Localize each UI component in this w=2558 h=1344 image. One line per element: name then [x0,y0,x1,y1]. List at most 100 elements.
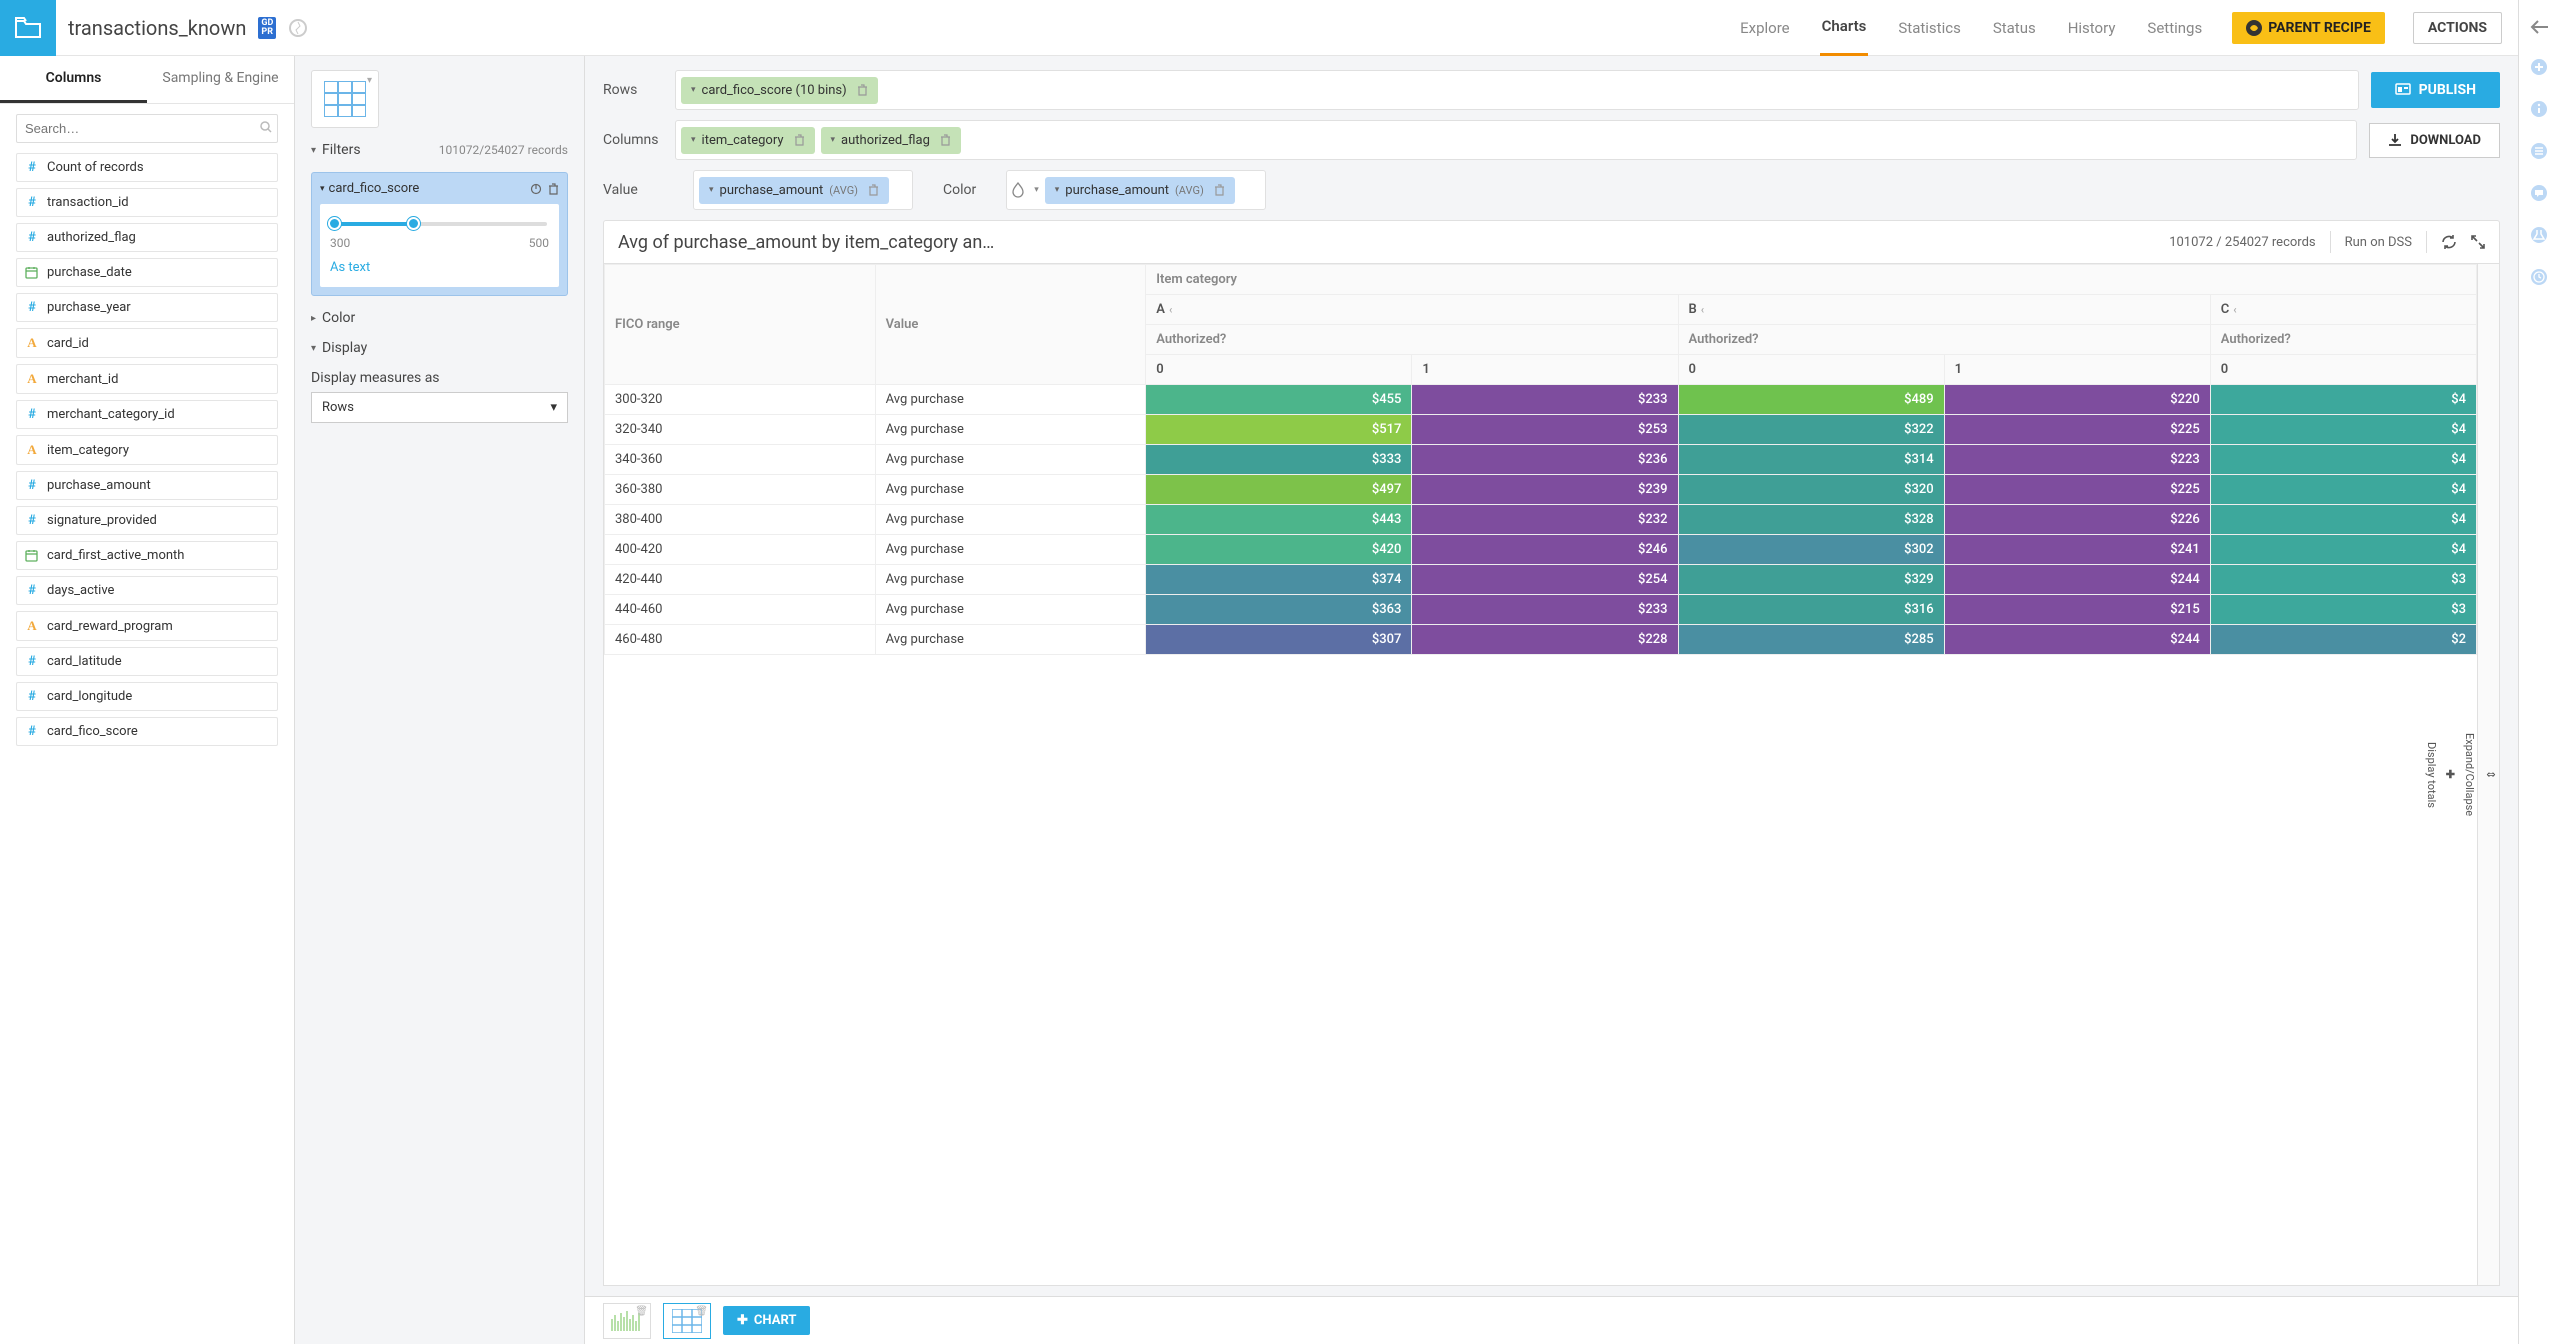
column-name: days_active [47,583,114,598]
trash-icon[interactable] [794,134,805,146]
actions-button[interactable]: ACTIONS [2413,12,2502,44]
color-pill[interactable]: ▾purchase_amount (AVG) [1045,177,1235,204]
column-item[interactable]: card_first_active_month [16,541,278,570]
columns-dropzone[interactable]: ▾item_category ▾authorized_flag [675,120,2357,160]
trash-icon[interactable] [1214,184,1225,196]
nav-settings[interactable]: Settings [2145,1,2204,55]
column-item[interactable]: Acard_reward_program [16,611,278,641]
comment-icon[interactable] [2530,184,2548,202]
column-name: purchase_date [47,265,132,280]
date-type-icon [25,549,39,562]
lab-icon[interactable] [2530,226,2548,244]
dataset-icon [0,0,56,56]
column-item[interactable]: Acard_id [16,328,278,358]
nav-circle-icon[interactable] [288,18,308,38]
chart-title: Avg of purchase_amount by item_category … [618,232,2155,253]
plus-icon: ✚ [737,1313,748,1328]
hash-type-icon: # [25,300,39,315]
hash-type-icon: # [25,583,39,598]
column-item[interactable]: # purchase_year [16,293,278,322]
chart-thumb-1[interactable]: 🗑 [603,1303,651,1339]
nav-status[interactable]: Status [1991,1,2038,55]
pivot-scroll[interactable]: FICO rangeValueItem categoryA‹B‹C‹Author… [604,264,2477,1285]
add-circle-icon[interactable] [2530,58,2548,76]
trash-icon[interactable] [940,134,951,146]
column-item[interactable]: Amerchant_id [16,364,278,394]
a-type-icon: A [25,371,39,387]
search-input[interactable] [16,114,278,143]
chart-thumb-2[interactable]: 🗑 [663,1303,711,1339]
date-type-icon [25,266,39,279]
value-dropzone[interactable]: ▾purchase_amount (AVG) [693,170,913,210]
filter-title[interactable]: ▾ card_fico_score [320,181,559,196]
arrow-left-icon[interactable] [2530,20,2548,34]
a-type-icon: A [25,618,39,634]
nav-explore[interactable]: Explore [1738,1,1792,55]
run-on-label[interactable]: Run on DSS [2345,235,2412,250]
collapse-icon: ▾ [311,145,316,156]
chart-header: Avg of purchase_amount by item_category … [603,220,2500,264]
column-name: card_fico_score [47,724,138,739]
right-rail [2518,0,2558,1344]
display-measures-select[interactable]: Rows ▾ [311,392,568,423]
nav-statistics[interactable]: Statistics [1896,1,1962,55]
column-item[interactable]: #authorized_flag [16,223,278,252]
expand-icon[interactable] [2471,235,2485,249]
filter-delete-icon[interactable] [548,183,559,195]
column-name: card_reward_program [47,619,173,634]
nav-history[interactable]: History [2066,1,2118,55]
filters-header[interactable]: ▾ Filters 101072/254027 records [311,142,568,158]
display-section-header[interactable]: ▾ Display [311,340,568,356]
column-item[interactable]: # card_longitude [16,682,278,711]
column-item[interactable]: #signature_provided [16,506,278,535]
side-controls: ⇕ Expand/Collapse ✚ Display totals [2477,264,2499,1285]
value-pill[interactable]: ▾purchase_amount (AVG) [699,177,889,204]
column-name: authorized_flag [47,230,136,245]
col-pill-2[interactable]: ▾authorized_flag [821,127,961,154]
expand-collapse-handle[interactable]: ⇕ [2484,770,2497,779]
trash-icon[interactable]: 🗑 [635,1306,648,1317]
rows-dropzone[interactable]: ▾card_fico_score (10 bins) [675,70,2359,110]
col-pill-1[interactable]: ▾item_category [681,127,815,154]
info-icon[interactable] [2530,100,2548,118]
chart-thumbnails-bar: 🗑 🗑 ✚ CHART [585,1296,2518,1344]
clock-icon[interactable] [2530,268,2548,286]
add-chart-button[interactable]: ✚ CHART [723,1306,810,1335]
column-name: purchase_year [47,300,131,315]
as-text-link[interactable]: As text [330,260,549,275]
color-section-header[interactable]: ▸ Color [311,310,568,326]
column-item[interactable]: #purchase_amount [16,471,278,500]
download-button[interactable]: DOWNLOAD [2369,123,2500,158]
column-item[interactable]: #card_fico_score [16,717,278,746]
nav-charts[interactable]: Charts [1820,0,1869,56]
chevron-down-icon: ▾ [550,400,557,415]
chart-type-selector[interactable]: ▾ [311,70,379,128]
tab-sampling[interactable]: Sampling & Engine [147,56,294,103]
trash-icon[interactable] [857,84,868,96]
color-dropzone[interactable]: ▾ ▾purchase_amount (AVG) [1006,170,1266,210]
list-icon[interactable] [2530,142,2548,160]
column-item[interactable]: #transaction_id [16,188,278,217]
column-name: item_category [47,443,129,458]
column-name: purchase_amount [47,478,151,493]
range-slider[interactable] [332,222,547,226]
trash-icon[interactable] [868,184,879,196]
column-item[interactable]: Aitem_category [16,435,278,465]
row-pill[interactable]: ▾card_fico_score (10 bins) [681,77,878,104]
column-item[interactable]: #card_latitude [16,647,278,676]
column-item[interactable]: #Count of records [16,153,278,182]
plus-icon[interactable]: ✚ [2446,768,2455,781]
column-name: card_longitude [47,689,132,704]
color-label: Color [943,182,976,198]
parent-recipe-button[interactable]: PARENT RECIPE [2232,12,2385,44]
refresh-icon[interactable] [2441,234,2457,250]
tab-columns[interactable]: Columns [0,56,147,103]
search-icon [260,121,272,133]
column-item[interactable]: purchase_date [16,258,278,287]
trash-icon[interactable]: 🗑 [695,1306,708,1317]
column-item[interactable]: # days_active [16,576,278,605]
hash-type-icon: # [25,689,39,704]
column-item[interactable]: #merchant_category_id [16,400,278,429]
publish-button[interactable]: PUBLISH [2371,72,2500,108]
filter-power-icon[interactable] [530,183,542,195]
